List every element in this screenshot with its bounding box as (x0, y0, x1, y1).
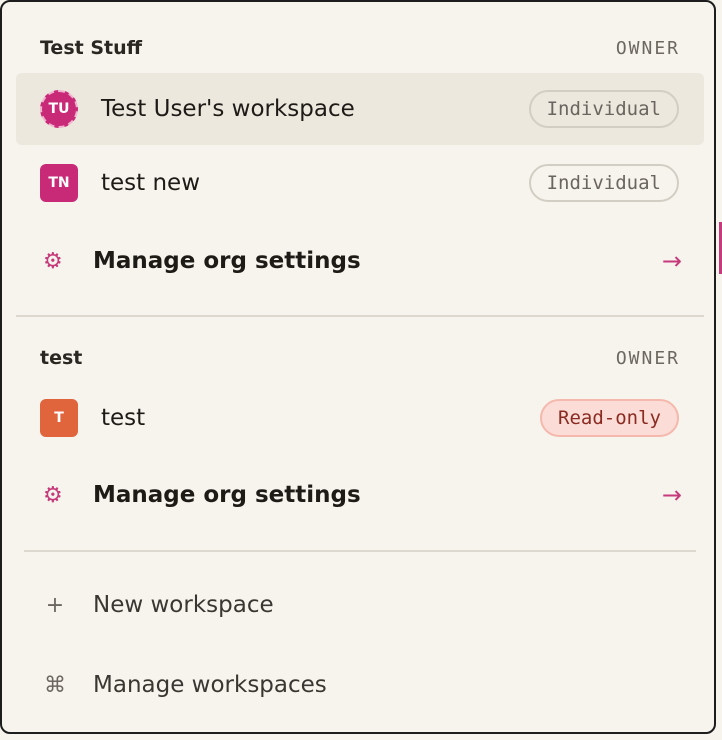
section-divider (24, 550, 696, 552)
command-icon: ⌘ (44, 672, 66, 698)
workspace-item-test-new[interactable]: TN test new Individual (16, 147, 704, 219)
arrow-right-icon: → (661, 247, 682, 275)
manage-org-settings-button[interactable]: ⚙ Manage org settings → (16, 231, 704, 291)
plan-badge: Individual (528, 164, 679, 202)
section-divider (16, 315, 704, 317)
gear-icon: ⚙ (43, 482, 63, 508)
workspace-name: test (101, 405, 146, 431)
plus-icon: + (45, 592, 65, 618)
new-workspace-label: New workspace (93, 592, 274, 618)
plan-badge: Individual (528, 90, 679, 128)
org-role: OWNER (615, 347, 680, 369)
workspace-name: test new (101, 170, 201, 196)
org-name: test (40, 347, 83, 369)
workspace-item-test-users-workspace[interactable]: TU Test User's workspace Individual (16, 73, 704, 145)
org-header: Test Stuff OWNER (40, 33, 680, 63)
new-workspace-button[interactable]: + New workspace (16, 575, 704, 635)
manage-org-settings-button[interactable]: ⚙ Manage org settings → (16, 465, 704, 525)
manage-workspaces-button[interactable]: ⌘ Manage workspaces (16, 655, 704, 715)
workspace-name: Test User's workspace (101, 96, 355, 122)
workspace-avatar: TN (40, 164, 78, 202)
workspace-avatar: T (40, 399, 78, 437)
org-header: test OWNER (40, 343, 680, 373)
manage-org-settings-label: Manage org settings (93, 248, 361, 274)
manage-workspaces-label: Manage workspaces (93, 672, 327, 698)
org-name: Test Stuff (40, 37, 143, 59)
workspace-avatar: TU (40, 90, 78, 128)
workspace-switcher-menu: Test Stuff OWNER TU Test User's workspac… (0, 0, 716, 734)
workspace-item-test[interactable]: T test Read-only (16, 382, 704, 454)
gear-icon: ⚙ (43, 248, 63, 274)
read-only-badge: Read-only (540, 399, 679, 437)
org-role: OWNER (615, 37, 680, 59)
arrow-right-icon: → (661, 481, 682, 509)
manage-org-settings-label: Manage org settings (93, 482, 361, 508)
